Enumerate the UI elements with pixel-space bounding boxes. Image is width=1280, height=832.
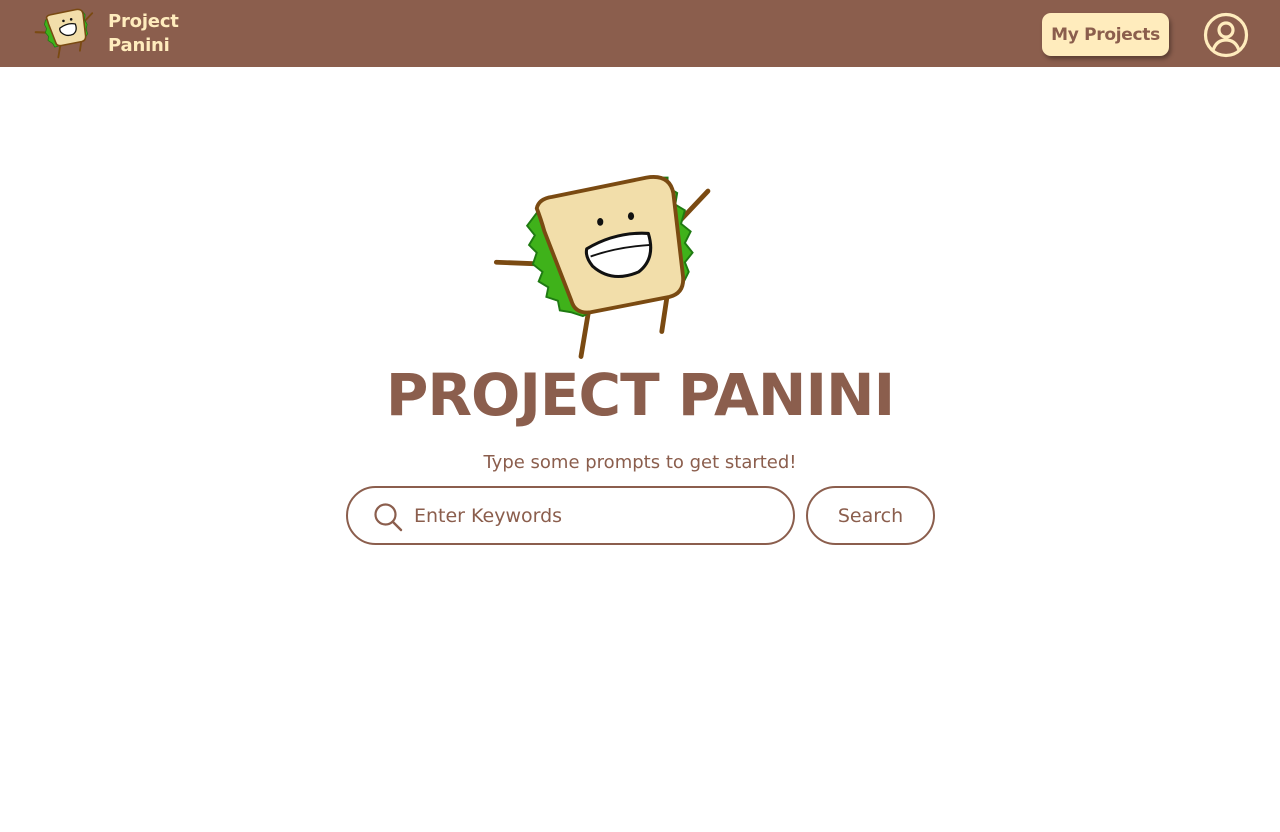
brand-name: Project Panini — [108, 10, 179, 58]
brand-name-line1: Project — [108, 11, 179, 32]
my-projects-button[interactable]: My Projects — [1042, 13, 1169, 56]
user-account-icon[interactable] — [1203, 12, 1249, 58]
sandwich-mascot-icon — [34, 8, 94, 59]
sandwich-mascot-icon — [493, 175, 711, 359]
brand-home-link[interactable]: Project Panini — [34, 7, 179, 61]
search-input[interactable] — [414, 496, 774, 536]
page-subtitle: Type some prompts to get started! — [483, 452, 797, 473]
search-field[interactable] — [346, 486, 795, 545]
top-navigation-bar: Project Panini My Projects — [0, 0, 1280, 67]
page-title: PROJECT PANINI — [385, 361, 895, 429]
search-button[interactable]: Search — [806, 486, 935, 545]
brand-name-line2: Panini — [108, 35, 170, 56]
search-icon — [374, 503, 403, 532]
